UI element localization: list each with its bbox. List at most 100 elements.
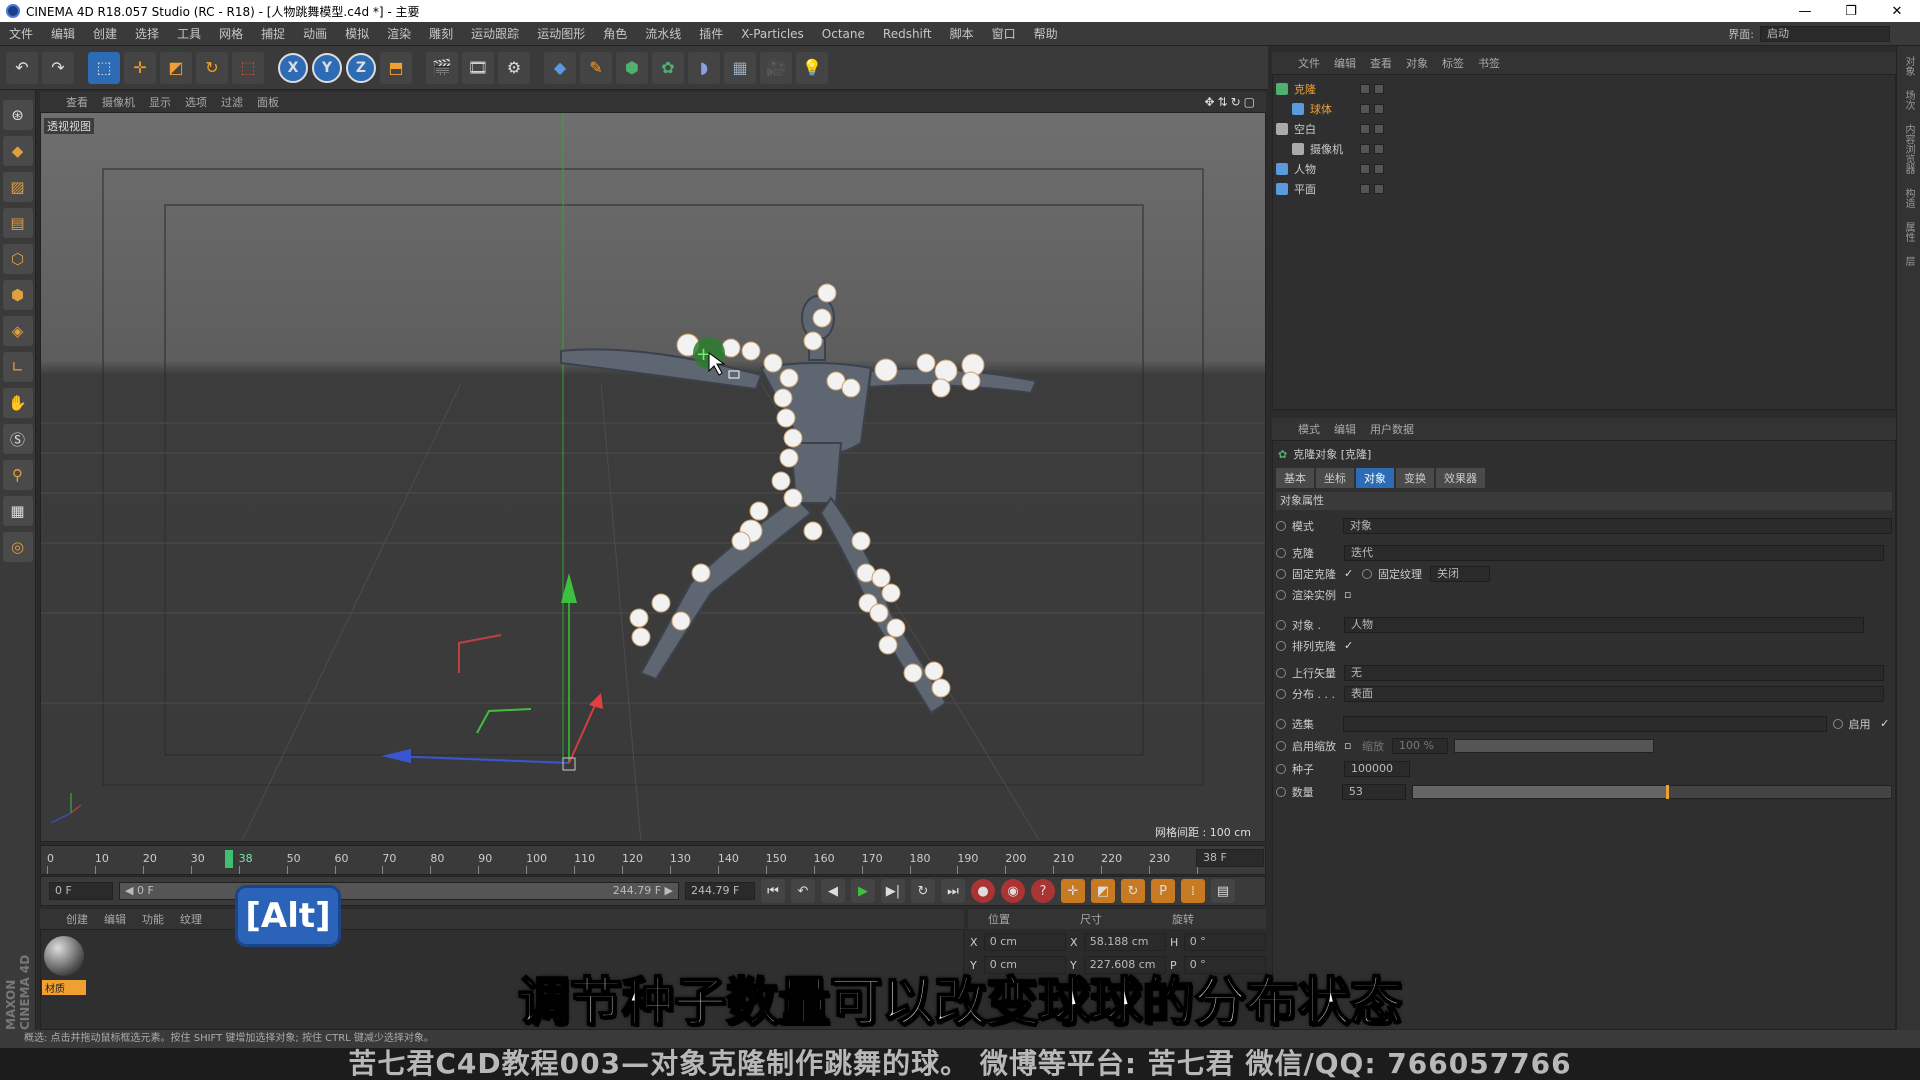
menu-motion-tracking[interactable]: 运动跟踪 bbox=[462, 25, 528, 42]
light-icon[interactable]: 💡 bbox=[796, 51, 828, 84]
count-field[interactable]: 53 bbox=[1341, 784, 1406, 800]
object-name[interactable]: 人物 bbox=[1294, 161, 1354, 177]
previous-key-icon[interactable]: ↶ bbox=[791, 879, 815, 903]
selection-link-field[interactable] bbox=[1343, 716, 1827, 732]
menu-redshift[interactable]: Redshift bbox=[874, 27, 941, 41]
viewport-menu-cameras[interactable]: 摄像机 bbox=[102, 94, 135, 110]
undo-button[interactable]: ↶ bbox=[6, 51, 38, 84]
fixed-texture-select[interactable]: 关闭 bbox=[1430, 566, 1490, 582]
object-row[interactable]: 摄像机 bbox=[1276, 140, 1876, 158]
tab-basic[interactable]: 基本 bbox=[1276, 468, 1314, 488]
attr-menu-user-data[interactable]: 用户数据 bbox=[1370, 421, 1414, 437]
redo-button[interactable]: ↷ bbox=[42, 51, 74, 84]
floor-environment-icon[interactable]: ▦ bbox=[724, 51, 756, 84]
object-name[interactable]: 克隆 bbox=[1294, 81, 1354, 97]
edges-mode-icon[interactable]: ⬢ bbox=[2, 280, 33, 310]
cube-object-icon[interactable]: ◆ bbox=[544, 51, 576, 84]
side-tab-takes[interactable]: 场次 bbox=[1901, 90, 1916, 110]
position-x-field[interactable]: 0 cm bbox=[983, 933, 1066, 951]
side-tab-attributes[interactable]: 属性 bbox=[1901, 222, 1916, 242]
tab-object[interactable]: 对象 bbox=[1356, 468, 1394, 488]
rotation-h-field[interactable]: 0 ° bbox=[1183, 933, 1266, 951]
perspective-viewport[interactable]: + bbox=[40, 112, 1266, 842]
key-pla-icon[interactable]: ⁞ bbox=[1181, 879, 1205, 903]
tab-coord[interactable]: 坐标 bbox=[1316, 468, 1354, 488]
model-mode-icon[interactable]: ◆ bbox=[2, 136, 33, 166]
texture-mode-icon[interactable]: ▨ bbox=[2, 172, 33, 202]
end-frame-field[interactable]: 244.79 F bbox=[685, 882, 755, 900]
pen-spline-icon[interactable]: ✎ bbox=[580, 51, 612, 84]
menu-snap[interactable]: 捕捉 bbox=[252, 25, 294, 42]
object-name[interactable]: 平面 bbox=[1294, 181, 1354, 197]
mograph-cloner-icon[interactable]: ✿ bbox=[652, 51, 684, 84]
viewport-menu-panel[interactable]: 面板 bbox=[257, 94, 279, 110]
lock-workplane-icon[interactable]: ▦ bbox=[2, 496, 33, 526]
range-slider[interactable]: ◀ 0 F 244.79 F ▶ bbox=[119, 882, 679, 900]
axis-mode-icon[interactable]: ∟ bbox=[2, 352, 33, 382]
seed-field[interactable]: 100000 bbox=[1344, 761, 1410, 777]
menu-tools[interactable]: 工具 bbox=[168, 25, 210, 42]
obj-menu-view[interactable]: 查看 bbox=[1370, 55, 1392, 71]
restore-button[interactable]: ❐ bbox=[1828, 4, 1874, 19]
material-menu-create[interactable]: 创建 bbox=[66, 911, 88, 927]
current-frame-field[interactable]: 38 F bbox=[1196, 849, 1264, 867]
material-menu-function[interactable]: 功能 bbox=[142, 911, 164, 927]
key-parameter-icon[interactable]: P bbox=[1151, 879, 1175, 903]
menu-x-particles[interactable]: X-Particles bbox=[732, 27, 813, 41]
attr-menu-mode[interactable]: 模式 bbox=[1298, 421, 1320, 437]
material-menu-texture[interactable]: 纹理 bbox=[180, 911, 202, 927]
go-to-end-icon[interactable]: ⏭ bbox=[941, 879, 965, 903]
workplane-mode-icon[interactable]: ▤ bbox=[2, 208, 33, 238]
deformer-icon[interactable]: ◗ bbox=[688, 51, 720, 84]
record-keys-icon[interactable]: ● bbox=[971, 879, 995, 903]
scale-slider[interactable] bbox=[1454, 739, 1654, 753]
menu-render[interactable]: 渲染 bbox=[378, 25, 420, 42]
tab-effectors[interactable]: 效果器 bbox=[1436, 468, 1485, 488]
menu-octane[interactable]: Octane bbox=[813, 27, 874, 41]
side-tab-structure[interactable]: 构造 bbox=[1901, 188, 1916, 208]
planar-workplane-icon[interactable]: ◎ bbox=[2, 532, 33, 562]
viewport-menu-view[interactable]: 查看 bbox=[66, 94, 88, 110]
enable-checkbox[interactable]: ✓ bbox=[1880, 718, 1892, 730]
menu-simulate[interactable]: 模拟 bbox=[336, 25, 378, 42]
object-row[interactable]: 球体 bbox=[1276, 100, 1876, 118]
object-visibility-flags[interactable] bbox=[1360, 84, 1384, 94]
animate-dot[interactable] bbox=[1276, 521, 1286, 531]
menu-character[interactable]: 角色 bbox=[594, 25, 636, 42]
menu-help[interactable]: 帮助 bbox=[1025, 25, 1067, 42]
object-visibility-flags[interactable] bbox=[1360, 164, 1384, 174]
enable-scale-checkbox[interactable]: ▫ bbox=[1344, 740, 1356, 752]
next-frame-icon[interactable]: ▶| bbox=[881, 879, 905, 903]
render-instances-checkbox[interactable]: ▫ bbox=[1344, 589, 1356, 601]
viewport-nav-icons[interactable]: ✥⇅↻▢ bbox=[1204, 95, 1266, 109]
key-position-icon[interactable]: ✛ bbox=[1061, 879, 1085, 903]
scale-tool-button[interactable]: ◩ bbox=[160, 51, 192, 84]
menu-animate[interactable]: 动画 bbox=[294, 25, 336, 42]
object-visibility-flags[interactable] bbox=[1360, 124, 1384, 134]
attr-menu-edit[interactable]: 编辑 bbox=[1334, 421, 1356, 437]
key-rotation-icon[interactable]: ↻ bbox=[1121, 879, 1145, 903]
layout-select[interactable]: 启动 bbox=[1760, 25, 1890, 42]
timeline-ruler[interactable]: 0 10 20 30 38 50 60 70 80 90 100 110 120 130 140 150 160… bbox=[40, 845, 1266, 875]
obj-menu-objects[interactable]: 对象 bbox=[1406, 55, 1428, 71]
obj-menu-edit[interactable]: 编辑 bbox=[1334, 55, 1356, 71]
scale-field[interactable]: 100 % bbox=[1392, 738, 1448, 754]
make-editable-icon[interactable]: ⊛ bbox=[2, 100, 33, 130]
menu-window[interactable]: 窗口 bbox=[983, 25, 1025, 42]
close-button[interactable]: ✕ bbox=[1874, 4, 1920, 19]
mode-select[interactable]: 对象 bbox=[1342, 518, 1892, 534]
render-view-button[interactable]: 🎬 bbox=[426, 51, 458, 84]
timeline-window-icon[interactable]: ▤ bbox=[1211, 879, 1235, 903]
object-row[interactable]: 克隆 bbox=[1276, 80, 1876, 98]
menu-pipeline[interactable]: 流水线 bbox=[636, 25, 690, 42]
obj-menu-file[interactable]: 文件 bbox=[1298, 55, 1320, 71]
menu-file[interactable]: 文件 bbox=[0, 25, 42, 42]
tweak-mode-icon[interactable]: ✋ bbox=[2, 388, 33, 418]
material-menu-edit[interactable]: 编辑 bbox=[104, 911, 126, 927]
obj-menu-tags[interactable]: 标签 bbox=[1442, 55, 1464, 71]
soft-selection-icon[interactable]: Ⓢ bbox=[2, 424, 33, 454]
previous-frame-icon[interactable]: ◀ bbox=[821, 879, 845, 903]
distribution-select[interactable]: 表面 bbox=[1344, 686, 1884, 702]
next-key-icon[interactable]: ↻ bbox=[911, 879, 935, 903]
camera-icon[interactable]: 🎥 bbox=[760, 51, 792, 84]
